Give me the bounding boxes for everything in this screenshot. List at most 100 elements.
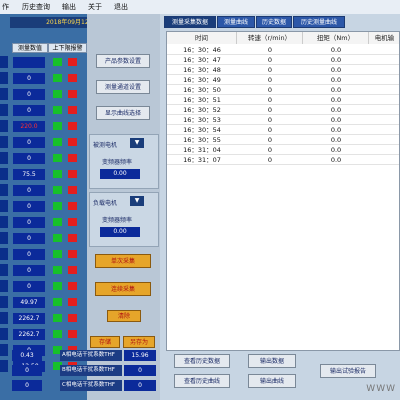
table-cell: 0.0 bbox=[330, 76, 342, 84]
load-freq-label: 变频器频率 bbox=[102, 217, 133, 224]
green-led-icon bbox=[53, 282, 62, 290]
chevron-down-icon[interactable]: ▼ bbox=[130, 138, 144, 148]
table-cell: 0.0 bbox=[330, 66, 342, 74]
measurement-panel: 2018年09月12日16时34分 测量数值 上下限报警 0 0 0 220.0 0 0 7… bbox=[0, 14, 160, 400]
table-row[interactable]: 16：30：51 0 0.0 bbox=[167, 95, 399, 105]
red-led-icon bbox=[68, 202, 77, 210]
tab-measure-curve[interactable]: 测量曲线 bbox=[217, 16, 255, 28]
measure-value: 0 bbox=[13, 105, 45, 116]
table-cell: 0.0 bbox=[330, 56, 342, 64]
table-row[interactable]: 16：30：55 0 0.0 bbox=[167, 135, 399, 145]
table-cell: 0.0 bbox=[330, 96, 342, 104]
table-cell: 0 bbox=[267, 76, 273, 84]
table-cell: 0 bbox=[267, 106, 273, 114]
table-cell: 0.0 bbox=[330, 106, 342, 114]
table-row[interactable]: 16：30：53 0 0.0 bbox=[167, 115, 399, 125]
table-cell: 0 bbox=[267, 66, 273, 74]
thf-label: C相电话干扰系数THF bbox=[60, 380, 122, 391]
thf-label: B相电话干扰系数THF bbox=[60, 365, 122, 376]
table-row[interactable]: 16：30：52 0 0.0 bbox=[167, 105, 399, 115]
measure-value: 2262.7 bbox=[13, 313, 45, 324]
save-button[interactable]: 存储 bbox=[90, 336, 120, 348]
menu-item-operate[interactable]: 作 bbox=[2, 2, 9, 12]
menu-item-output[interactable]: 输出 bbox=[62, 2, 76, 12]
green-led-icon bbox=[53, 250, 62, 258]
chevron-down-icon[interactable]: ▼ bbox=[130, 196, 144, 206]
table-cell: 0.0 bbox=[330, 116, 342, 124]
table-row[interactable]: 16：30：46 0 0.0 bbox=[167, 45, 399, 55]
red-led-icon bbox=[68, 330, 77, 338]
table-row[interactable]: 16：31：07 0 0.0 bbox=[167, 155, 399, 165]
thf-label: A相电话干扰系数THF bbox=[60, 350, 122, 361]
red-led-icon bbox=[68, 74, 77, 82]
table-row[interactable]: 16：30：54 0 0.0 bbox=[167, 125, 399, 135]
table-cell: 0 bbox=[267, 96, 273, 104]
red-led-icon bbox=[68, 250, 77, 258]
save-as-button[interactable]: 另存为 bbox=[123, 336, 155, 348]
export-report-button[interactable]: 输出试验报告 bbox=[320, 364, 376, 378]
table-row[interactable]: 16：30：49 0 0.0 bbox=[167, 75, 399, 85]
export-curve-button[interactable]: 输出曲线 bbox=[248, 374, 296, 388]
row-label bbox=[0, 72, 8, 84]
continuous-collect-button[interactable]: 连续采集 bbox=[95, 282, 151, 296]
row-label bbox=[0, 184, 8, 196]
table-row[interactable]: 16：30：47 0 0.0 bbox=[167, 55, 399, 65]
row-label bbox=[0, 344, 8, 356]
table-cell: 0 bbox=[267, 46, 273, 54]
red-led-icon bbox=[68, 138, 77, 146]
row-label bbox=[0, 296, 8, 308]
red-led-icon bbox=[68, 234, 77, 242]
row-label bbox=[0, 152, 8, 164]
red-led-icon bbox=[68, 90, 77, 98]
row-label bbox=[0, 168, 8, 180]
view-history-data-button[interactable]: 查看历史数据 bbox=[174, 354, 230, 368]
table-row[interactable]: 16：30：48 0 0.0 bbox=[167, 65, 399, 75]
tested-freq-value[interactable]: 0.00 bbox=[100, 169, 140, 179]
table-row[interactable]: 16：30：50 0 0.0 bbox=[167, 85, 399, 95]
table-header-speed: 转速（r/min） bbox=[237, 32, 303, 44]
load-freq-value[interactable]: 0.00 bbox=[100, 227, 140, 237]
measure-value: 0 bbox=[13, 137, 45, 148]
green-led-icon bbox=[53, 218, 62, 226]
data-panel: 测量采集数据 测量曲线 历史数据 历史测量曲线 时间 转速（r/min） 扭矩（… bbox=[160, 14, 400, 400]
menu-item-exit[interactable]: 退出 bbox=[114, 2, 128, 12]
show-curve-button[interactable]: 显示曲线选择 bbox=[96, 106, 150, 120]
tab-measure-data[interactable]: 测量采集数据 bbox=[164, 16, 216, 28]
table-cell: 16：30：55 bbox=[183, 136, 221, 144]
measure-value: 0 bbox=[13, 217, 45, 228]
export-data-button[interactable]: 输出数据 bbox=[248, 354, 296, 368]
table-cell: 16：30：52 bbox=[183, 106, 221, 114]
red-led-icon bbox=[68, 154, 77, 162]
tab-history-curve[interactable]: 历史测量曲线 bbox=[293, 16, 345, 28]
single-collect-button[interactable]: 单次采集 bbox=[95, 254, 151, 268]
clear-button[interactable]: 清除 bbox=[107, 310, 141, 322]
view-history-curve-button[interactable]: 查看历史曲线 bbox=[174, 374, 230, 388]
table-cell: 0.0 bbox=[330, 136, 342, 144]
menu-item-about[interactable]: 关于 bbox=[88, 2, 102, 12]
table-cell: 16：30：50 bbox=[183, 86, 221, 94]
red-led-icon bbox=[68, 218, 77, 226]
row-label bbox=[0, 216, 8, 228]
menu-item-history[interactable]: 历史查询 bbox=[22, 2, 50, 12]
table-cell: 0.0 bbox=[330, 86, 342, 94]
table-cell: 0 bbox=[267, 156, 273, 164]
row-label bbox=[0, 264, 8, 276]
green-led-icon bbox=[53, 186, 62, 194]
red-led-icon bbox=[68, 122, 77, 130]
table-cell: 0 bbox=[267, 86, 273, 94]
table-row[interactable]: 16：31：04 0 0.0 bbox=[167, 145, 399, 155]
watermark: WWW bbox=[366, 384, 396, 394]
test-channel-button[interactable]: 测量通道设置 bbox=[96, 80, 150, 94]
measure-value bbox=[13, 57, 45, 68]
measure-value: 220.0 bbox=[13, 121, 45, 132]
tab-history-data[interactable]: 历史数据 bbox=[256, 16, 292, 28]
red-led-icon bbox=[68, 298, 77, 306]
measure-value: 0 bbox=[13, 89, 45, 100]
product-param-button[interactable]: 产品参数设置 bbox=[96, 54, 150, 68]
table-cell: 16：30：48 bbox=[183, 66, 221, 74]
red-led-icon bbox=[68, 170, 77, 178]
row-label bbox=[0, 232, 8, 244]
row-label bbox=[0, 200, 8, 212]
red-led-icon bbox=[68, 106, 77, 114]
tested-motor-label: 被测电机 bbox=[93, 142, 118, 149]
